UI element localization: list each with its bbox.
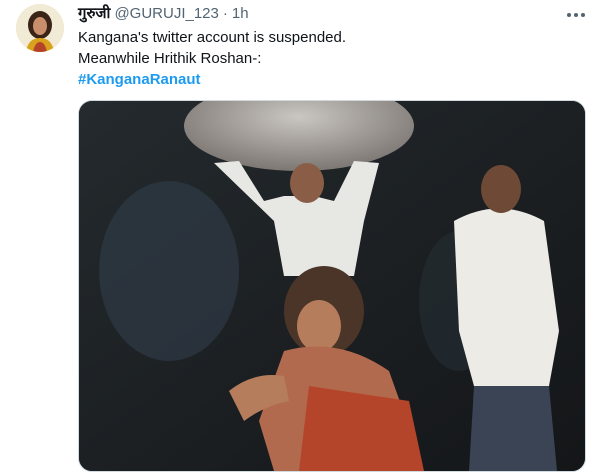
avatar-image: [16, 4, 64, 52]
video-frame: [79, 101, 585, 471]
tweet-header: गुरुजी @GURUJI_123 · 1h: [78, 4, 249, 24]
tweet-text-line-2: Meanwhile Hrithik Roshan-:: [78, 50, 262, 67]
separator-dot: ·: [222, 5, 228, 22]
more-button[interactable]: [564, 6, 588, 24]
more-horizontal-icon: [567, 13, 585, 17]
timestamp[interactable]: 1h: [232, 4, 249, 24]
user-handle[interactable]: @GURUJI_123: [114, 4, 218, 24]
hashtag-link[interactable]: #KanganaRanaut: [78, 69, 346, 90]
tweet-text: Kangana's twitter account is suspended. …: [78, 27, 346, 90]
tweet-media-video[interactable]: [78, 100, 586, 472]
avatar[interactable]: [16, 4, 64, 52]
tweet: गुरुजी @GURUJI_123 · 1h Kangana's twitte…: [0, 0, 600, 472]
tweet-text-line-1: Kangana's twitter account is suspended.: [78, 29, 347, 46]
display-name[interactable]: गुरुजी: [78, 4, 110, 24]
